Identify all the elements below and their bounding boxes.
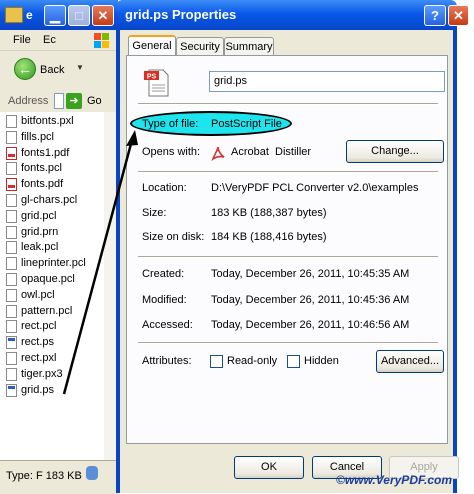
modified-label: Modified: (142, 294, 187, 306)
dialog-title: grid.ps Properties (125, 7, 237, 22)
tab-summary[interactable]: Summary (224, 37, 274, 55)
file-name: fills.pcl (21, 130, 55, 143)
file-name: rect.pcl (21, 320, 57, 333)
document-file-icon (6, 367, 17, 381)
advanced-button[interactable]: Advanced... (376, 350, 444, 373)
back-arrow-icon[interactable]: ← (14, 58, 36, 80)
modified-value: Today, December 26, 2011, 10:45:36 AM (211, 294, 410, 306)
document-file-icon (6, 130, 17, 144)
document-file-icon (6, 320, 17, 334)
document-file-icon (6, 115, 17, 128)
accessed-label: Accessed: (142, 319, 193, 331)
attributes-label: Attributes: (142, 355, 192, 367)
acrobat-distiller-icon (211, 146, 225, 161)
explorer-close-button[interactable]: ✕ (92, 5, 114, 26)
document-file-icon (6, 209, 17, 223)
document-file-icon (6, 241, 17, 255)
ok-button[interactable]: OK (234, 456, 304, 479)
document-file-icon (6, 162, 17, 176)
file-name: pattern.pcl (21, 304, 73, 317)
accessed-value: Today, December 26, 2011, 10:46:56 AM (211, 319, 410, 331)
file-name-input[interactable]: grid.ps (209, 71, 445, 92)
postscript-file-icon (6, 383, 17, 397)
minimize-icon: ▁ (50, 8, 60, 23)
divider (138, 103, 438, 105)
minimize-button[interactable]: ▁ (44, 5, 66, 26)
size-on-disk-value: 184 KB (188,416 bytes) (211, 231, 327, 243)
back-button-label[interactable]: Back (40, 64, 64, 76)
file-name: fonts1.pdf (21, 146, 70, 159)
back-dropdown-icon[interactable]: ▼ (76, 63, 84, 72)
file-name: owl.pcl (21, 288, 55, 301)
location-label: Location: (142, 182, 187, 194)
document-file-icon (6, 304, 17, 318)
file-name: leak.pcl (21, 241, 59, 254)
location-value: D:\VeryPDF PCL Converter v2.0\examples (211, 182, 419, 194)
file-name: grid.ps (21, 383, 55, 396)
file-name: bitfonts.pxl (21, 115, 74, 127)
created-label: Created: (142, 268, 185, 280)
explorer-title: e (26, 8, 33, 22)
change-button[interactable]: Change... (346, 140, 444, 163)
document-file-icon (6, 288, 17, 302)
size-label: Size: (142, 207, 167, 219)
go-button-label[interactable]: Go (87, 95, 102, 107)
file-name: lineprinter.pcl (21, 257, 86, 270)
document-file-icon (6, 194, 17, 207)
ps-badge-text: PS (147, 74, 157, 81)
address-label: Address (8, 95, 49, 107)
close-icon: ✕ (453, 8, 464, 23)
postscript-file-icon (6, 336, 17, 350)
type-of-file-value: PostScript File (211, 118, 282, 130)
file-name: rect.ps (21, 336, 55, 349)
hidden-checkbox[interactable] (287, 355, 300, 368)
verypdf-watermark: ©www.VeryPDF.com (336, 473, 452, 487)
pdf-file-icon (6, 146, 17, 160)
divider (138, 256, 438, 258)
file-list: bitfonts.pxl fills.pcl fonts1.pdf fonts.pcl… (0, 112, 118, 460)
created-value: Today, December 26, 2011, 10:45:35 AM (211, 268, 410, 280)
status-text: Type: F 183 KB (6, 470, 82, 482)
divider (138, 171, 438, 173)
folder-icon (5, 7, 23, 23)
opens-with-label: Opens with: (142, 146, 201, 158)
tab-general[interactable]: General (128, 35, 176, 55)
document-file-icon (6, 273, 17, 286)
file-name: grid.prn (21, 225, 59, 238)
divider (138, 342, 438, 344)
address-input[interactable] (54, 93, 64, 109)
readonly-label[interactable]: Read-only (227, 355, 277, 367)
postscript-file-icon: PS (143, 67, 169, 97)
computer-zone-icon (86, 466, 98, 480)
file-name: tiger.px3 (21, 367, 63, 380)
maximize-icon: □ (75, 8, 83, 23)
file-name: grid.pcl (21, 209, 57, 222)
file-name: gl-chars.pcl (21, 194, 78, 206)
close-icon: ✕ (97, 8, 109, 23)
go-arrow-icon[interactable]: ➜ (66, 93, 82, 109)
readonly-checkbox[interactable] (210, 355, 223, 368)
file-name: fonts.pcl (21, 162, 62, 175)
menu-edit[interactable]: Ec (43, 34, 56, 46)
windows-logo-icon (94, 33, 109, 48)
file-name: opaque.pcl (21, 273, 75, 285)
help-button[interactable]: ? (424, 5, 446, 26)
size-on-disk-label: Size on disk: (142, 231, 205, 243)
file-name: fonts.pdf (21, 178, 64, 191)
type-of-file-label: Type of file: (142, 118, 199, 130)
size-value: 183 KB (188,387 bytes) (211, 207, 327, 219)
file-name: rect.pxl (21, 352, 57, 364)
dialog-close-button[interactable]: ✕ (448, 5, 469, 26)
tab-security[interactable]: Security (176, 37, 224, 55)
opens-with-value: Acrobat Distiller (231, 146, 312, 158)
document-file-icon (6, 225, 17, 239)
document-file-icon (6, 257, 17, 271)
maximize-button[interactable]: □ (68, 5, 90, 26)
hidden-label[interactable]: Hidden (304, 355, 339, 367)
pdf-file-icon (6, 178, 17, 192)
menu-file[interactable]: File (13, 34, 31, 46)
document-file-icon (6, 352, 17, 365)
help-icon: ? (431, 8, 439, 23)
